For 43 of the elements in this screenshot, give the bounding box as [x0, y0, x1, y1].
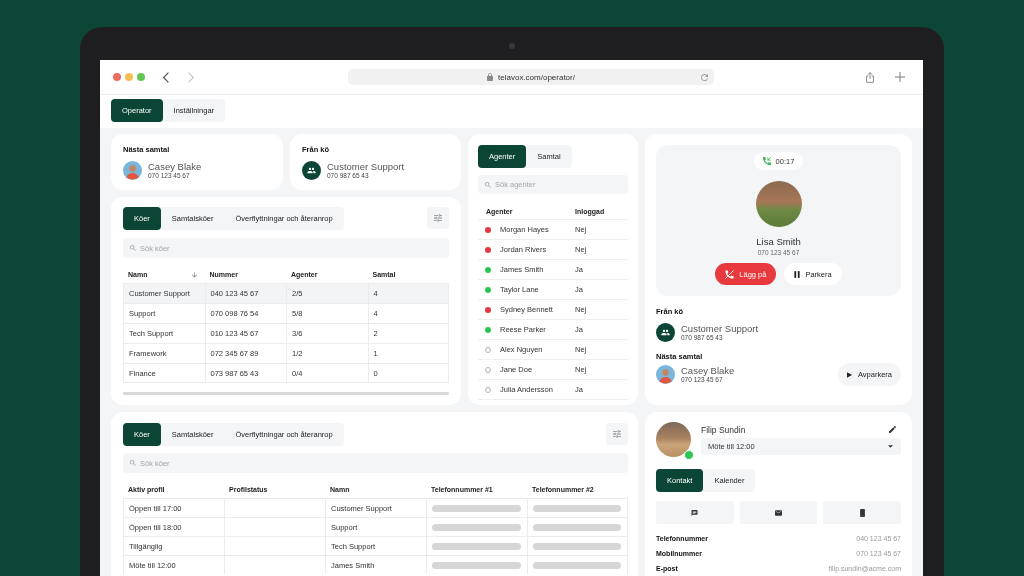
camera-icon	[508, 43, 515, 49]
group-icon	[302, 161, 321, 180]
play-icon	[846, 371, 852, 378]
back-icon[interactable]	[163, 71, 169, 83]
contact-name: Filip Sundin	[701, 424, 746, 435]
search-icon	[130, 245, 136, 251]
caller-name: Lisa Smith	[756, 236, 801, 248]
caller-name: Casey Blake	[681, 365, 735, 376]
new-tab-icon[interactable]	[895, 72, 905, 82]
mail-icon	[775, 509, 782, 516]
address-bar[interactable]: telavox.com/operator/	[348, 69, 714, 85]
close-window-icon[interactable]	[113, 73, 121, 81]
avatar-icon	[656, 365, 675, 384]
photo-placeholder	[755, 181, 802, 227]
maximize-window-icon[interactable]	[137, 73, 145, 81]
url-text: telavox.com/operator/	[498, 72, 575, 82]
minimize-window-icon[interactable]	[125, 73, 133, 81]
mobile-button[interactable]	[823, 501, 901, 524]
avatar-icon	[123, 161, 142, 180]
caller-name: Casey Blake	[148, 161, 202, 172]
share-icon[interactable]	[866, 71, 874, 83]
group-icon	[656, 323, 675, 342]
mobile-phone-icon	[859, 508, 865, 517]
edit-icon[interactable]	[889, 426, 896, 433]
photo-placeholder	[656, 422, 691, 457]
phone-call-icon	[762, 157, 771, 165]
caret-icon	[888, 445, 893, 448]
queue-name: Customer Support	[327, 161, 405, 172]
queue-name: Customer Support	[681, 323, 759, 334]
pause-icon	[794, 270, 801, 278]
phone-hangup-icon	[725, 269, 735, 279]
reload-icon[interactable]	[701, 73, 708, 81]
message-icon	[691, 509, 699, 516]
filter-button[interactable]	[606, 423, 628, 445]
lock-icon	[487, 73, 494, 81]
email-button[interactable]	[739, 501, 818, 524]
forward-icon[interactable]	[188, 71, 194, 83]
horizontal-scrollbar[interactable]	[123, 392, 449, 395]
sliders-icon	[434, 214, 442, 222]
search-icon	[130, 460, 136, 466]
search-icon	[485, 181, 491, 188]
sliders-icon	[613, 430, 621, 438]
filter-button[interactable]	[427, 207, 449, 229]
